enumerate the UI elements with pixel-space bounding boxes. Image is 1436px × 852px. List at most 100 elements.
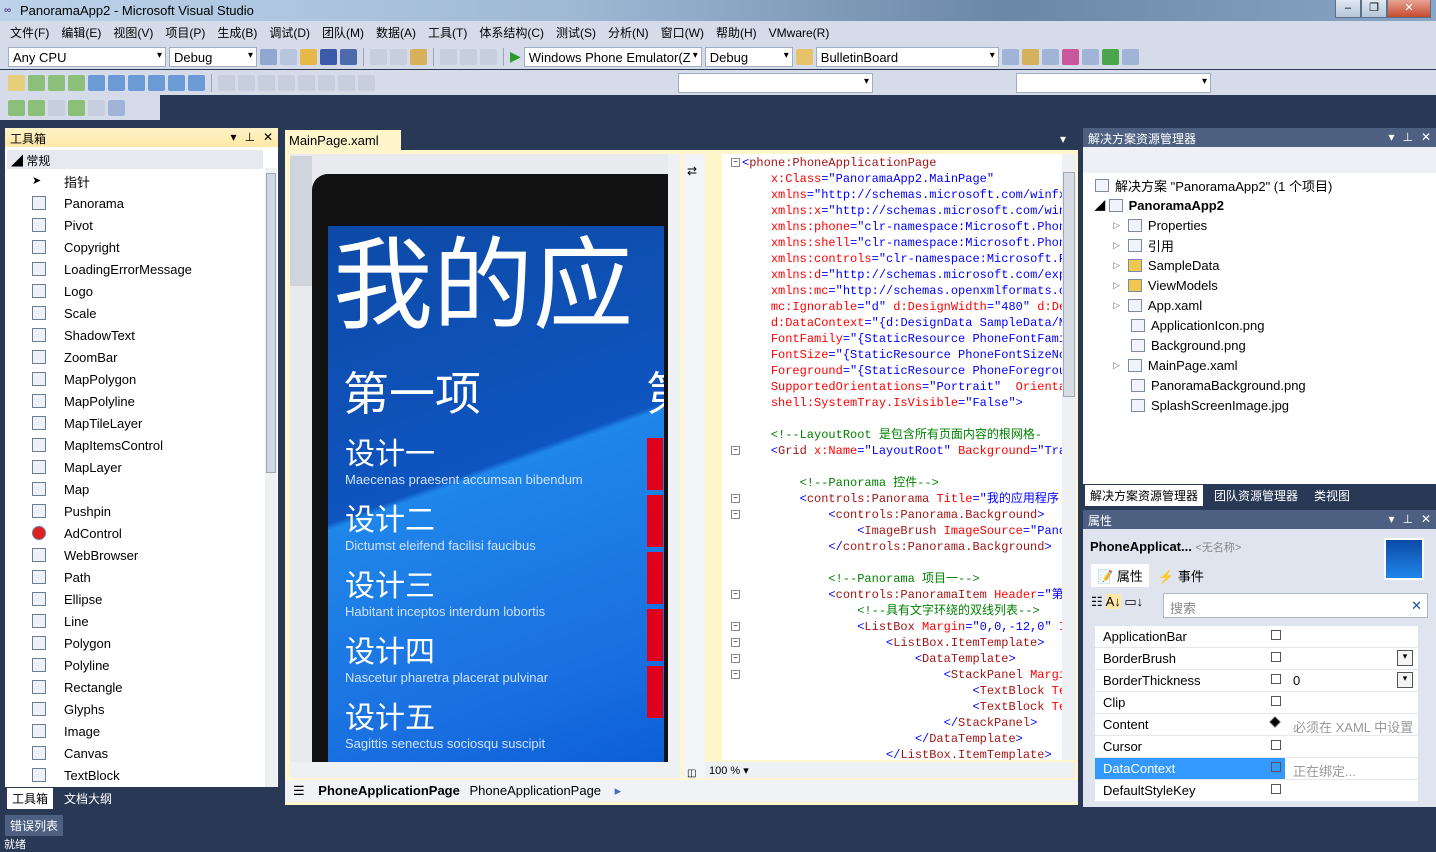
dropdown-icon[interactable]: ▾ bbox=[1388, 130, 1394, 144]
expand-icon[interactable]: ▷ bbox=[1113, 240, 1120, 251]
toolbox-item[interactable]: Map bbox=[32, 478, 89, 500]
layout-icon[interactable] bbox=[128, 74, 145, 91]
property-row[interactable]: BorderBrush ▾ bbox=[1095, 648, 1418, 670]
tab-properties[interactable]: 📝 属性 bbox=[1091, 564, 1149, 587]
property-marker-icon[interactable] bbox=[1271, 784, 1281, 794]
property-marker-icon[interactable] bbox=[1271, 674, 1281, 684]
add-item-icon[interactable] bbox=[280, 48, 297, 65]
toolbox-item[interactable]: Canvas bbox=[32, 742, 108, 764]
list-item[interactable]: 设计一 Maecenas praesent accumsan bibendum bbox=[345, 438, 583, 488]
config2-combo[interactable]: Debug bbox=[704, 46, 793, 67]
toolbox-item[interactable]: Path bbox=[32, 566, 91, 588]
toolbox-item[interactable]: MapPolygon bbox=[32, 368, 136, 390]
property-search-input[interactable]: 搜索 ✕ bbox=[1163, 593, 1428, 618]
solution-item[interactable]: ApplicationIcon.png bbox=[1131, 315, 1264, 335]
toolbox-item[interactable]: AdControl bbox=[32, 522, 122, 544]
toolbar3-combo[interactable] bbox=[1016, 72, 1211, 93]
solution-item[interactable]: ▷ 引用 bbox=[1113, 235, 1174, 255]
collapse-icon[interactable]: − bbox=[731, 670, 740, 679]
zoom-level[interactable]: 100 % bbox=[709, 765, 740, 777]
toolbox-item[interactable]: ➤ 指针 bbox=[32, 170, 90, 192]
copy-icon[interactable] bbox=[390, 48, 407, 65]
deploy-icon[interactable] bbox=[68, 99, 85, 116]
close-icon[interactable]: ✕ bbox=[263, 130, 273, 144]
toolbox-item[interactable]: TextBlock bbox=[32, 764, 120, 786]
toolbox-item[interactable]: LoadingErrorMessage bbox=[32, 258, 192, 280]
expand-icon[interactable]: ▷ bbox=[1113, 260, 1120, 271]
menu-item[interactable]: 分析(N) bbox=[602, 24, 655, 41]
property-marker-icon[interactable] bbox=[1271, 762, 1281, 772]
toolbox-item[interactable]: Panorama bbox=[32, 192, 124, 214]
property-value[interactable]: 0 bbox=[1293, 673, 1300, 688]
menu-item[interactable]: 文件(F) bbox=[4, 24, 55, 41]
pin-icon[interactable]: ⊥ bbox=[1402, 512, 1412, 526]
swap-panes-icon[interactable]: ⇄ bbox=[687, 164, 701, 178]
toolbox-item[interactable]: ZoomBar bbox=[32, 346, 117, 368]
solution-item[interactable]: ▷ ViewModels bbox=[1113, 275, 1218, 295]
tab-toolbox[interactable]: 工具箱 bbox=[7, 788, 54, 809]
toolbox-icon[interactable] bbox=[1061, 48, 1079, 65]
menu-item[interactable]: 视图(V) bbox=[107, 24, 159, 41]
breadcrumb-item[interactable]: PhoneApplicationPage bbox=[469, 783, 601, 798]
new-project-icon[interactable] bbox=[260, 48, 277, 65]
step-icon[interactable] bbox=[28, 74, 45, 91]
list-item[interactable]: 设计五 Sagittis senectus sociosqu suscipit bbox=[345, 702, 545, 752]
design-hscroll[interactable] bbox=[290, 762, 680, 778]
solution-item[interactable]: ▷ SampleData bbox=[1113, 255, 1219, 275]
collapse-icon[interactable]: − bbox=[731, 622, 740, 631]
dropdown-icon[interactable]: ▾ bbox=[230, 130, 236, 144]
solution-item[interactable]: SplashScreenImage.jpg bbox=[1131, 395, 1289, 415]
close-icon[interactable]: ✕ bbox=[1421, 130, 1431, 144]
tab-class-view[interactable]: 类视图 bbox=[1309, 485, 1355, 506]
solution-root[interactable]: 解决方案 "PanoramaApp2" (1 个项目) bbox=[1095, 175, 1332, 195]
close-icon[interactable]: ✕ bbox=[1421, 512, 1431, 526]
toolbox-item[interactable]: Scale bbox=[32, 302, 97, 324]
list-item[interactable]: 设计四 Nascetur pharetra placerat pulvinar bbox=[345, 636, 548, 686]
collapse-icon[interactable]: − bbox=[731, 638, 740, 647]
solution-explorer-icon[interactable] bbox=[1001, 48, 1019, 65]
paste-icon[interactable] bbox=[410, 48, 427, 65]
solution-item[interactable]: ▷ Properties bbox=[1113, 215, 1207, 235]
list-item[interactable]: 设计二 Dictumst eleifend facilisi faucibus bbox=[345, 504, 536, 554]
menu-item[interactable]: 体系结构(C) bbox=[473, 24, 550, 41]
property-row[interactable]: DefaultStyleKey bbox=[1095, 780, 1418, 802]
tab-document-outline[interactable]: 文档大纲 bbox=[59, 788, 117, 809]
vertical-split-icon[interactable]: ◫ bbox=[687, 768, 701, 779]
menu-item[interactable]: 数据(A) bbox=[370, 24, 422, 41]
config-combo[interactable]: Debug bbox=[169, 46, 257, 67]
config-icon[interactable] bbox=[108, 99, 125, 116]
indent-icon[interactable] bbox=[278, 74, 295, 91]
toolbox-item[interactable]: Copyright bbox=[32, 236, 120, 258]
code-hscroll[interactable]: 100 % ▾ bbox=[705, 762, 1075, 778]
disabled-icon[interactable] bbox=[88, 99, 105, 116]
navigate-icon[interactable] bbox=[480, 48, 497, 65]
property-row[interactable]: DataContext 正在绑定... bbox=[1095, 758, 1418, 780]
tab-error-list[interactable]: 错误列表 bbox=[5, 815, 64, 836]
format-icon[interactable] bbox=[218, 74, 235, 91]
toolbox-item[interactable]: Image bbox=[32, 720, 100, 742]
property-marker-icon[interactable] bbox=[1271, 652, 1281, 662]
menu-item[interactable]: 测试(S) bbox=[550, 24, 602, 41]
properties-icon[interactable] bbox=[1021, 48, 1039, 65]
tab-mainpage-xaml[interactable]: MainPage.xaml ✕ bbox=[285, 130, 401, 163]
toolbox-item[interactable]: MapTileLayer bbox=[32, 412, 142, 434]
toolbox-item[interactable]: Pushpin bbox=[32, 500, 111, 522]
maximize-button[interactable]: ❐ bbox=[1361, 0, 1387, 18]
property-marker-icon[interactable] bbox=[1271, 696, 1281, 706]
toolbox-item[interactable]: Polyline bbox=[32, 654, 110, 676]
minimize-button[interactable]: – bbox=[1335, 0, 1361, 18]
xaml-code-editor[interactable]: <phone:PhoneApplicationPage x:Class="Pan… bbox=[722, 154, 1062, 760]
tab-dropdown-icon[interactable]: ▾ bbox=[1060, 132, 1066, 146]
object-browser-icon[interactable] bbox=[1041, 48, 1059, 65]
tab-solution-explorer[interactable]: 解决方案资源管理器 bbox=[1085, 485, 1204, 506]
property-row[interactable]: ApplicationBar bbox=[1095, 626, 1418, 648]
layout-icon[interactable] bbox=[188, 74, 205, 91]
undo-icon[interactable] bbox=[440, 48, 457, 65]
toolbox-scrollbar[interactable] bbox=[265, 168, 277, 787]
collapse-icon[interactable]: − bbox=[731, 590, 740, 599]
step-icon[interactable] bbox=[48, 74, 65, 91]
design-scrollbar[interactable] bbox=[668, 154, 680, 762]
toolbar-icon[interactable] bbox=[8, 74, 25, 91]
bookmark-icon[interactable] bbox=[358, 74, 375, 91]
solution-item[interactable]: Background.png bbox=[1131, 335, 1246, 355]
